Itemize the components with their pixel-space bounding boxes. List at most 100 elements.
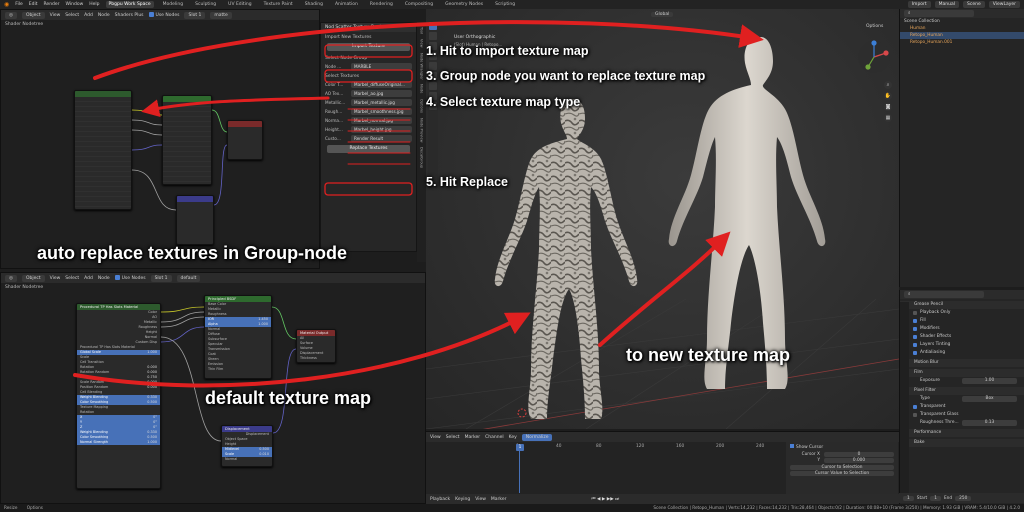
field-value[interactable]: Marbel_height.jpg — [351, 126, 412, 133]
grid-icon[interactable]: ▦ — [884, 114, 892, 122]
menu-view[interactable]: View — [475, 497, 486, 502]
properties-row[interactable]: Transparent Glass — [900, 411, 1024, 419]
properties-row[interactable]: Roughness Thre... 0.13 — [900, 419, 1024, 427]
properties-section-header[interactable]: Film — [900, 369, 1024, 377]
viewlayer-selector[interactable]: ViewLayer — [988, 1, 1020, 8]
menu-key[interactable]: Key — [509, 435, 517, 440]
workspace-tab-modeling[interactable]: Modeling — [160, 1, 186, 8]
sidebar-tab-view[interactable]: View — [420, 39, 424, 48]
start-field[interactable]: 1 — [930, 495, 941, 501]
properties-search-input[interactable]: ⌕ — [904, 291, 984, 298]
checkbox-icon[interactable] — [913, 413, 917, 417]
cursor-y-field[interactable]: 0.000 — [824, 458, 894, 463]
pan-hand-icon[interactable]: ✋ — [884, 92, 892, 100]
frame-ruler[interactable]: 0 40 80 120 160 200 240 — [516, 444, 786, 452]
outliner-item-scene-collection[interactable]: Scene Collection — [900, 18, 1024, 25]
properties-row[interactable]: Layers Tinting — [900, 341, 1024, 349]
cursor-to-selection-button[interactable]: Cursor to Selection — [790, 465, 894, 470]
playback-controls[interactable]: ⏮ ◀ ▶ ▶▶ ⏭ — [591, 496, 619, 502]
workspace-tab-animation[interactable]: Animation — [332, 1, 361, 8]
checkbox-icon[interactable] — [913, 343, 917, 347]
property-field[interactable]: 1.00 — [962, 378, 1017, 384]
frame-current-field[interactable]: 1 — [903, 495, 914, 501]
checkbox-icon[interactable] — [913, 335, 917, 339]
sidebar-tab-node-wrangler[interactable]: Node Wrangler — [420, 53, 424, 80]
menu-window[interactable]: Window — [66, 2, 84, 7]
properties-section-header[interactable]: Motion Blur — [900, 359, 1024, 367]
sidebar-tab-tool[interactable]: Tool — [420, 27, 424, 34]
workspace-tab-scripting[interactable]: Scripting — [492, 1, 518, 8]
properties-row[interactable]: Playback Only — [900, 309, 1024, 317]
menu-edit[interactable]: Edit — [29, 2, 38, 7]
menu-keying[interactable]: Keying — [455, 497, 470, 502]
field-value[interactable]: Marbel_smoothness.jpg — [351, 108, 412, 115]
menu-marker[interactable]: Marker — [465, 435, 481, 440]
select-tool-icon[interactable] — [429, 22, 437, 30]
field-value[interactable]: Render Result — [351, 135, 412, 142]
checkbox-icon[interactable] — [913, 351, 917, 355]
workspace-tab-texture-paint[interactable]: Texture Paint — [261, 1, 296, 8]
checkbox-icon[interactable] — [913, 311, 917, 315]
properties-row[interactable]: Type Box — [900, 395, 1024, 403]
menu-channel[interactable]: Channel — [485, 435, 503, 440]
menu-marker[interactable]: Marker — [491, 497, 507, 502]
menu-view[interactable]: View — [430, 435, 441, 440]
workspace-tab-uv-editing[interactable]: UV Editing — [225, 1, 254, 8]
properties-row[interactable]: Exposure 1.00 — [900, 377, 1024, 385]
workspace-tab-pbgpu[interactable]: Pbgpu Work Space — [105, 1, 154, 8]
viewport-options-button[interactable]: Options — [866, 24, 883, 29]
workspace-tab-shading[interactable]: Shading — [302, 1, 326, 8]
end-field[interactable]: 250 — [955, 495, 972, 501]
menu-playback[interactable]: Playback — [430, 497, 450, 502]
menu-file[interactable]: File — [15, 2, 23, 7]
outliner-item-human[interactable]: Human — [900, 25, 1024, 32]
node-group-dropdown[interactable]: MARBLE — [351, 63, 412, 70]
properties-row[interactable]: Fill — [900, 317, 1024, 325]
properties-section-header[interactable]: Grease Pencil — [900, 301, 1024, 309]
sidebar-tab-options[interactable]: Options — [420, 99, 424, 113]
checkbox-icon[interactable] — [913, 405, 917, 409]
workspace-tab-sculpting[interactable]: Sculpting — [192, 1, 219, 8]
import-texture-button[interactable]: Import Texture — [327, 43, 410, 51]
cursor-tool-icon[interactable] — [429, 32, 437, 40]
properties-row[interactable]: Antialiasing — [900, 349, 1024, 357]
properties-row[interactable]: Transparent — [900, 403, 1024, 411]
properties-section-header[interactable]: Pixel Filter — [900, 387, 1024, 395]
manual-button[interactable]: Manual — [934, 1, 960, 8]
property-field[interactable]: Box — [962, 396, 1017, 402]
current-frame-indicator[interactable]: 1 — [516, 444, 524, 451]
field-value[interactable]: Marbel_normal.jpg — [351, 117, 412, 124]
outliner-item-retopo-human[interactable]: Retopo_Human — [900, 32, 1024, 39]
annotate-tool-icon[interactable] — [429, 82, 437, 90]
sidebar-tab-node-preview[interactable]: Node Preview — [420, 118, 424, 143]
zoom-icon[interactable]: ⌕ — [884, 81, 892, 89]
properties-row[interactable]: Modifiers — [900, 325, 1024, 333]
field-value[interactable]: Marbel_diffuseOriginal... — [351, 81, 412, 88]
cursor-x-field[interactable]: 0 — [824, 452, 894, 457]
camera-icon[interactable]: ◙ — [884, 103, 892, 111]
properties-section-header[interactable]: Performance — [900, 429, 1024, 437]
property-field[interactable]: 0.13 — [962, 420, 1017, 426]
workspace-tab-geometry-nodes[interactable]: Geometry Nodes — [442, 1, 486, 8]
transform-orientation-dropdown[interactable]: Global — [651, 12, 674, 17]
replace-textures-button[interactable]: Replace Textures — [327, 145, 410, 153]
checkbox-icon[interactable] — [913, 319, 917, 323]
blender-logo-icon[interactable]: ◉ — [4, 1, 9, 8]
normalize-toggle[interactable]: Normalize — [521, 433, 553, 441]
properties-section-header[interactable]: Bake — [900, 439, 1024, 447]
sidebar-tab-decalgroup[interactable]: DecalGroup — [420, 147, 424, 168]
field-value[interactable]: Marbel_ao.jpg — [351, 90, 412, 97]
field-value[interactable]: Marbel_metallic.jpg — [351, 99, 412, 106]
menu-help[interactable]: Help — [89, 2, 99, 7]
textured-human-model[interactable] — [481, 89, 661, 429]
outliner-item-retopo-human-001[interactable]: Retopo_Human.001 — [900, 39, 1024, 46]
sidebar-tab-node[interactable]: Node — [420, 84, 424, 93]
workspace-tab-rendering[interactable]: Rendering — [367, 1, 396, 8]
import-button[interactable]: Import — [907, 1, 931, 8]
menu-select[interactable]: Select — [446, 435, 460, 440]
show-cursor-toggle[interactable]: Show Cursor — [790, 444, 894, 450]
outliner-search-input[interactable]: ⌕ — [904, 10, 974, 17]
navigation-gizmo[interactable] — [856, 39, 892, 75]
properties-row[interactable]: Shader Effects — [900, 333, 1024, 341]
workspace-tab-compositing[interactable]: Compositing — [402, 1, 436, 8]
